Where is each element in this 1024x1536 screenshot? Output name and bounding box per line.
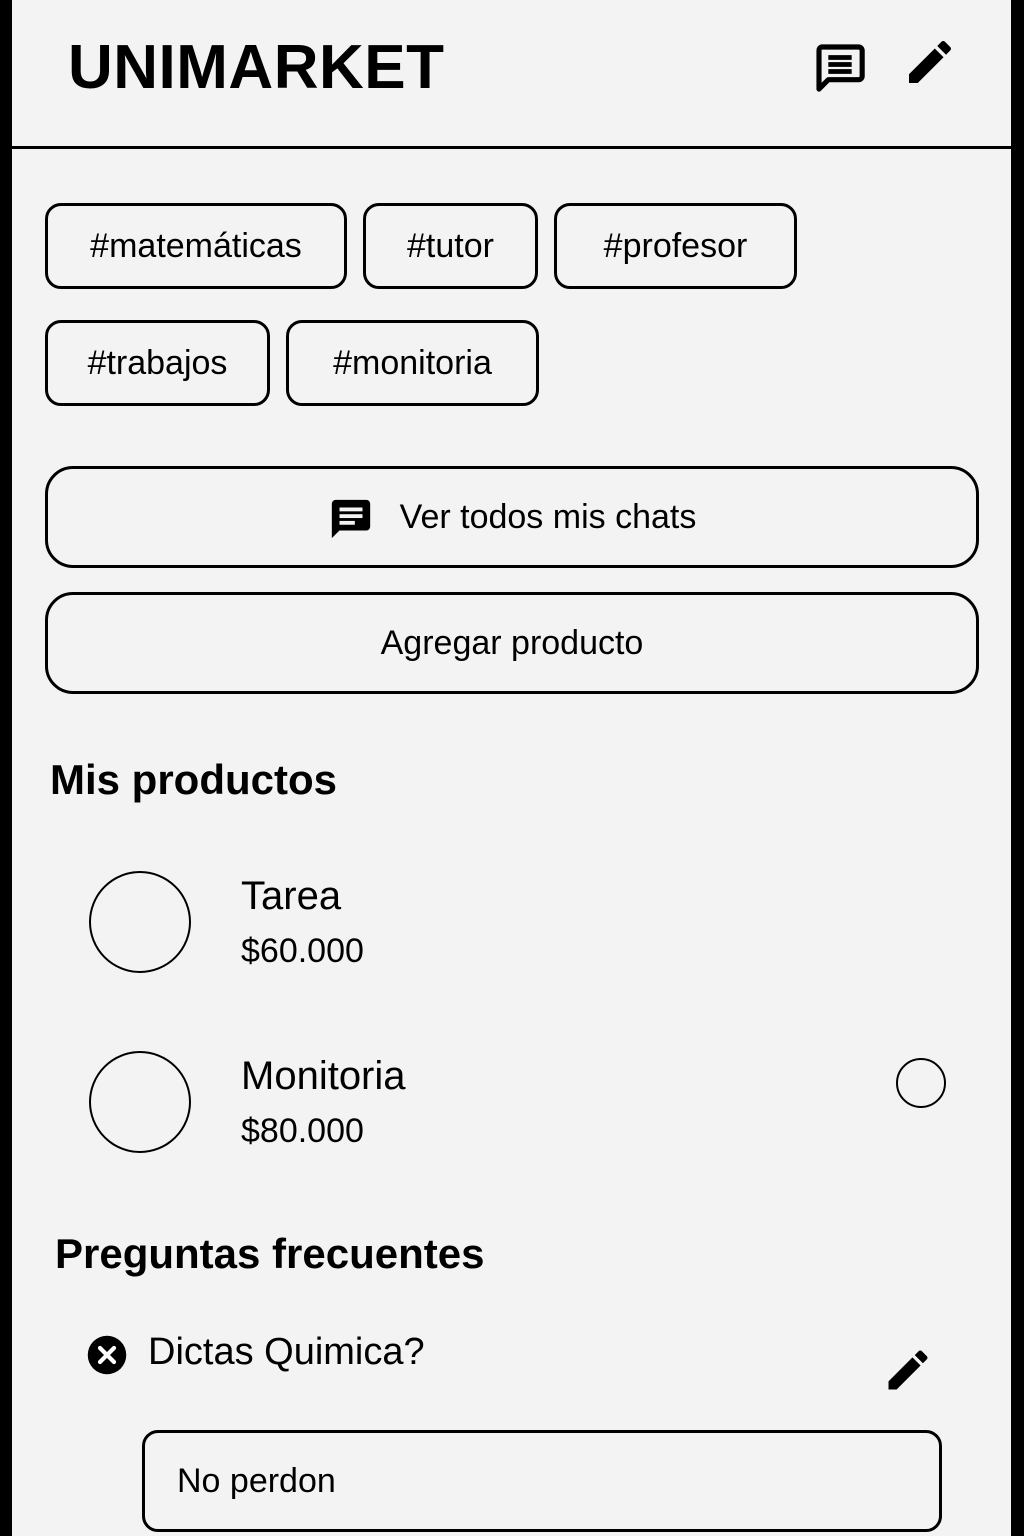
app-title: UNIMARKET bbox=[68, 33, 445, 102]
tag-chip[interactable]: #matemáticas bbox=[45, 203, 347, 289]
product-name: Monitoria bbox=[241, 1054, 406, 1098]
add-product-button[interactable]: Agregar producto bbox=[45, 592, 979, 694]
product-name: Tarea bbox=[241, 874, 342, 918]
product-price: $80.000 bbox=[241, 1112, 364, 1150]
product-list-item[interactable]: Monitoria $80.000 bbox=[12, 1050, 1011, 1160]
tag-chip[interactable]: #profesor bbox=[554, 203, 797, 289]
product-list-item[interactable]: Tarea $60.000 bbox=[12, 870, 1011, 980]
product-thumbnail bbox=[89, 871, 191, 973]
top-app-bar: UNIMARKET bbox=[12, 0, 1011, 149]
tag-chip[interactable]: #tutor bbox=[363, 203, 538, 289]
product-price: $60.000 bbox=[241, 932, 364, 970]
tag-chip[interactable]: #monitoria bbox=[286, 320, 539, 406]
product-select-radio[interactable] bbox=[896, 1058, 946, 1108]
app-screen: UNIMARKET #matemáticas #tutor #profesor … bbox=[12, 0, 1011, 1536]
faq-answer-field[interactable]: No perdon bbox=[142, 1430, 942, 1532]
faq-question: Dictas Quimica? bbox=[148, 1331, 425, 1373]
view-all-chats-label: Ver todos mis chats bbox=[399, 497, 697, 536]
view-all-chats-button[interactable]: Ver todos mis chats bbox=[45, 466, 979, 568]
products-section-title: Mis productos bbox=[50, 756, 338, 803]
faq-section-title: Preguntas frecuentes bbox=[55, 1230, 485, 1277]
chat-icon[interactable] bbox=[812, 40, 868, 96]
chat-icon bbox=[328, 496, 374, 542]
product-thumbnail bbox=[89, 1051, 191, 1153]
edit-icon[interactable] bbox=[882, 1344, 934, 1396]
add-product-label: Agregar producto bbox=[380, 623, 644, 662]
edit-icon[interactable] bbox=[902, 34, 958, 90]
tag-chip[interactable]: #trabajos bbox=[45, 320, 270, 406]
remove-question-icon[interactable] bbox=[86, 1334, 128, 1376]
